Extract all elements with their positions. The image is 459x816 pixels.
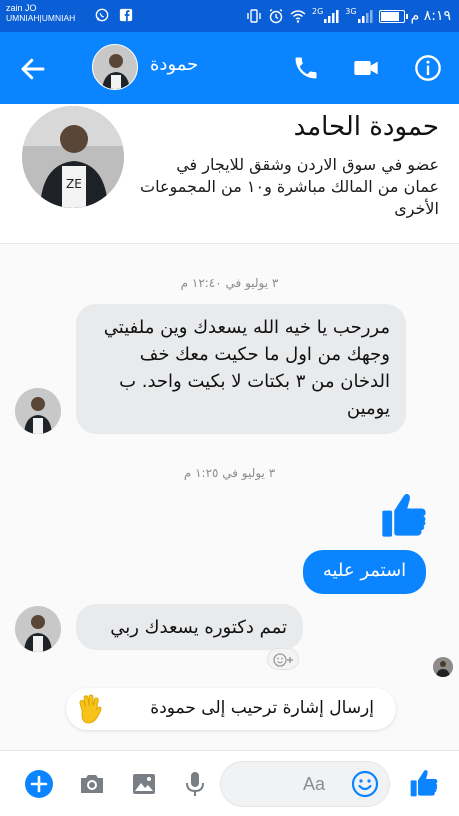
person-photo-icon: [433, 657, 453, 677]
camera-icon[interactable]: [77, 769, 107, 799]
info-icon[interactable]: [414, 54, 442, 82]
network-type-label-1: 2G: [312, 6, 324, 16]
profile-description: عضو في سوق الاردن وشقق للايجار في عمان م…: [140, 155, 439, 218]
outgoing-message[interactable]: استمر عليه: [303, 550, 426, 594]
seen-indicator-avatar: [433, 657, 453, 677]
person-photo-icon: [93, 45, 137, 89]
add-reaction-button[interactable]: [267, 648, 299, 670]
wifi-icon: [290, 10, 306, 23]
back-arrow-icon[interactable]: [18, 54, 48, 84]
sender-avatar[interactable]: [15, 606, 61, 652]
waving-hand-icon: [79, 694, 102, 724]
profile-avatar[interactable]: ZE: [22, 106, 124, 208]
person-photo-icon: ZE: [22, 106, 124, 208]
person-photo-icon: [15, 606, 61, 652]
alarm-icon: [269, 8, 283, 24]
profile-name: حمودة الحامد: [293, 112, 439, 142]
timestamp: ٣ يوليو في ١:٢٥ م: [183, 466, 276, 480]
smiley-plus-icon: [273, 653, 293, 667]
wave-label: إرسال إشارة ترحيب إلى حمودة: [150, 698, 374, 718]
battery-icon: [378, 9, 408, 23]
thumbs-up-icon[interactable]: [378, 489, 430, 541]
emoji-icon[interactable]: [351, 770, 379, 798]
carrier-line-2: UMNIAH|UMNIAH: [6, 13, 76, 23]
network-type-label-2: 3G: [345, 6, 357, 16]
message-composer: Aa: [0, 750, 459, 816]
message-input[interactable]: Aa: [220, 761, 390, 807]
send-wave-button[interactable]: إرسال إشارة ترحيب إلى حمودة: [66, 688, 396, 730]
contact-avatar[interactable]: [92, 44, 138, 90]
facebook-icon: [119, 8, 133, 22]
profile-header: ZE حمودة الحامد عضو في سوق الاردن وشقق ل…: [0, 104, 459, 244]
status-icons: 2G 3G ٨:١٩ م: [246, 6, 451, 26]
timestamp: ٣ يوليو في ١٢:٤٠ م: [180, 276, 279, 290]
clock: ٨:١٩ م: [410, 8, 451, 24]
battery-level: [380, 11, 399, 21]
carrier-info: zain JO UMNIAH|UMNIAH: [6, 3, 75, 23]
video-camera-icon[interactable]: [352, 54, 380, 82]
carrier-line-1: zain JO: [6, 3, 37, 13]
microphone-icon[interactable]: [180, 769, 210, 799]
sender-avatar[interactable]: [15, 388, 61, 434]
add-icon[interactable]: [24, 769, 54, 799]
incoming-message[interactable]: مررحب يا خيه الله يسعدك وين ملفيتي وجهك …: [76, 304, 406, 434]
status-bar: zain JO UMNIAH|UMNIAH 2G 3G ٨:١٩ م: [0, 0, 459, 32]
image-icon[interactable]: [129, 769, 159, 799]
vibrate-icon: [247, 9, 261, 23]
incoming-message[interactable]: تمم دكتوره يسعدك ربي: [76, 604, 303, 650]
like-icon[interactable]: [408, 767, 440, 799]
message-list[interactable]: ٣ يوليو في ١٢:٤٠ م مررحب يا خيه الله يسع…: [0, 244, 459, 750]
whatsapp-icon: [95, 8, 109, 22]
signal-icon: [324, 10, 339, 23]
svg-text:ZE: ZE: [66, 177, 82, 191]
contact-name[interactable]: حمودة: [150, 54, 198, 75]
person-photo-icon: [15, 388, 61, 434]
signal-icon: [357, 10, 373, 23]
phone-icon[interactable]: [292, 54, 320, 82]
conversation-toolbar: حمودة: [0, 32, 459, 104]
message-input-placeholder: Aa: [303, 774, 326, 794]
